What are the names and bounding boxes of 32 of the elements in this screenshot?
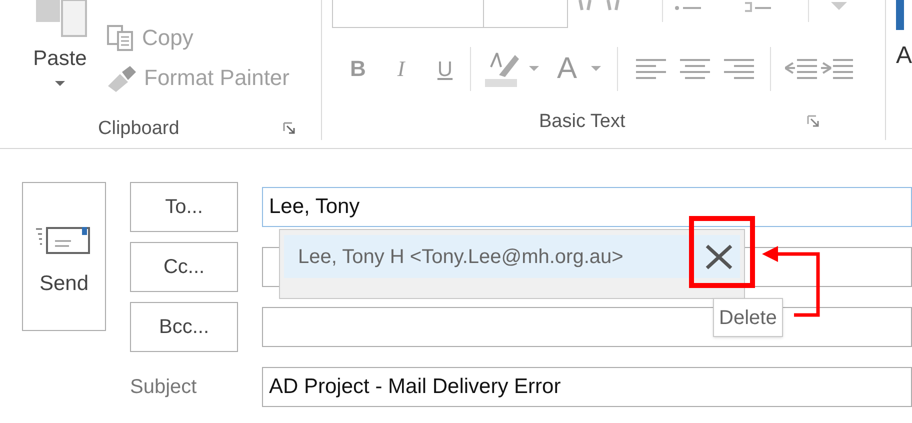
- copy-icon: [106, 24, 136, 52]
- group-label: Basic Text: [539, 112, 626, 130]
- input-field[interactable]: [262, 307, 912, 347]
- caret-icon: [529, 66, 539, 72]
- paintbrush-icon: [106, 64, 138, 92]
- send-button[interactable]: Send: [22, 182, 106, 331]
- address-button[interactable]: To...: [130, 182, 238, 232]
- increase-indent-icon[interactable]: [821, 57, 854, 81]
- envelope-icon: [36, 225, 92, 255]
- launcher-icon[interactable]: [807, 115, 820, 127]
- align-center-icon[interactable]: [680, 57, 710, 81]
- address-button[interactable]: Cc...: [130, 242, 238, 292]
- caret-icon: [591, 66, 602, 72]
- group-label: Clipboard: [98, 118, 180, 138]
- paste-button[interactable]: Paste: [28, 0, 92, 100]
- field-label: Subject: [130, 377, 197, 397]
- align-right-icon[interactable]: [724, 57, 754, 81]
- tooltip: Delete: [713, 298, 783, 337]
- address-button[interactable]: Bcc...: [130, 302, 238, 352]
- partial-label: A: [896, 44, 912, 68]
- align-left-icon[interactable]: [636, 57, 666, 81]
- font-name-field[interactable]: [332, 0, 484, 28]
- input-field[interactable]: Lee, Tony: [262, 187, 912, 227]
- font-size-field[interactable]: [484, 0, 568, 28]
- numbering-icon[interactable]: [743, 0, 773, 14]
- close-icon[interactable]: [704, 244, 734, 270]
- launcher-icon[interactable]: [283, 122, 296, 134]
- suggestion-item[interactable]: Lee, Tony H <Tony.Lee@mh.org.au>: [284, 235, 740, 278]
- input-field[interactable]: AD Project - Mail Delivery Error: [262, 367, 912, 407]
- decrease-indent-icon[interactable]: [785, 57, 818, 81]
- highlight-box: [689, 216, 755, 288]
- caret-icon: [55, 81, 65, 87]
